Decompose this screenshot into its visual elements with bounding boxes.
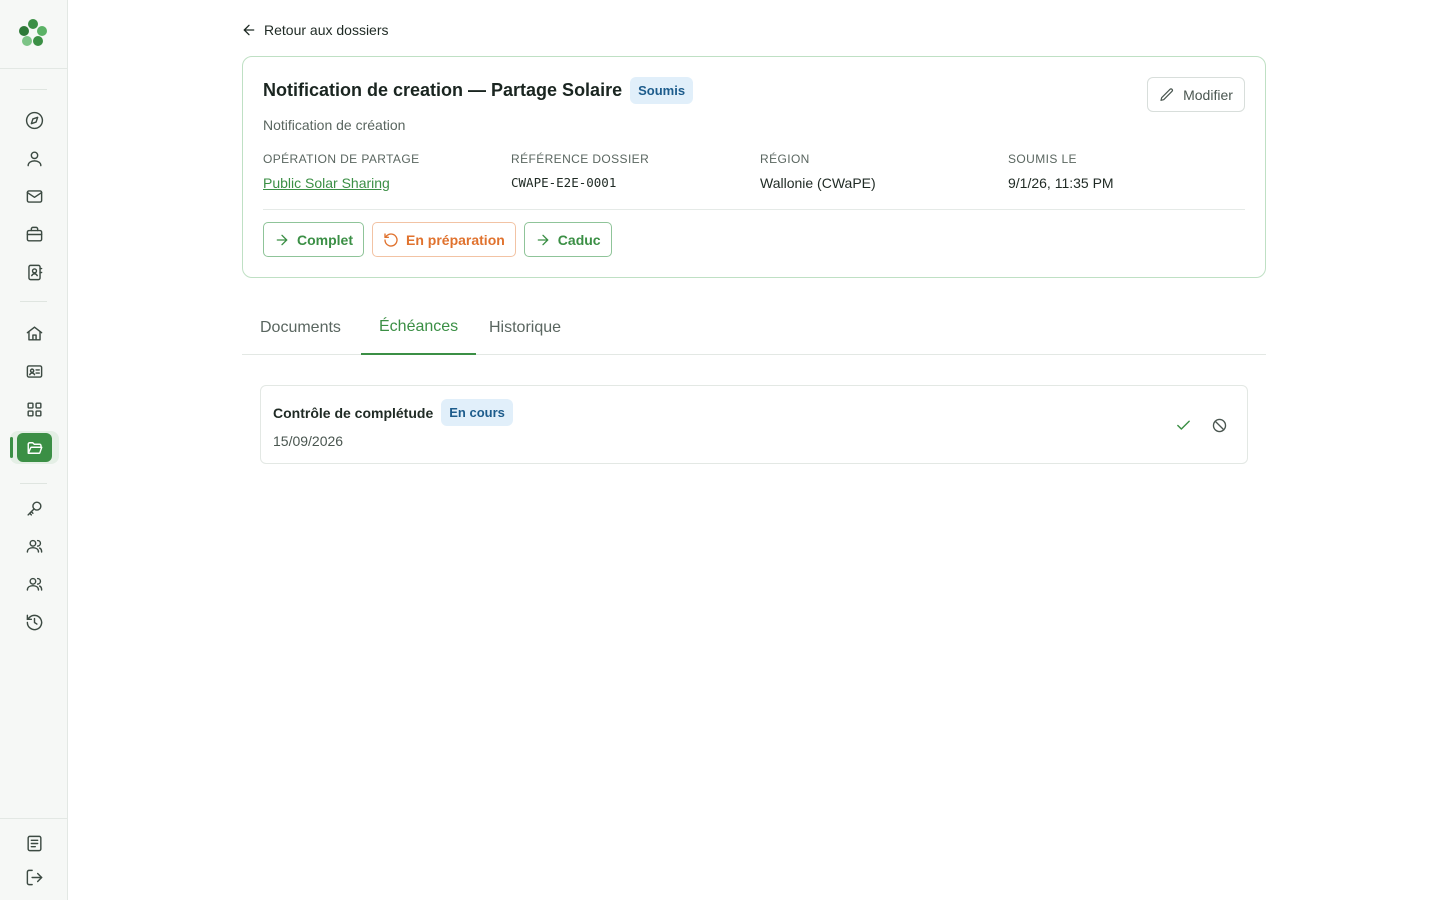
document-icon[interactable] (22, 831, 46, 855)
tab-bar: Documents Échéances Historique (242, 300, 1266, 355)
meta-label: OPÉRATION DE PARTAGE (263, 152, 420, 166)
region-value: Wallonie (CWaPE) (760, 175, 876, 191)
edit-button[interactable]: Modifier (1147, 77, 1245, 112)
meta-submitted-at: SOUMIS LE 9/1/26, 11:35 PM (1008, 152, 1248, 191)
dossier-reference-value: CWAPE-E2E-0001 (511, 175, 617, 190)
sidebar-divider (20, 89, 47, 90)
users-alt-icon[interactable] (22, 572, 46, 596)
tab-historique[interactable]: Historique (471, 300, 579, 355)
transition-complet-button[interactable]: Complet (263, 222, 364, 257)
sidebar-header-divider (0, 68, 68, 69)
arrow-right-icon (537, 234, 549, 245)
transition-en-preparation-button[interactable]: En préparation (372, 222, 516, 257)
key-icon[interactable] (22, 496, 46, 520)
ban-icon (1212, 418, 1226, 432)
sharing-operation-link[interactable]: Public Solar Sharing (263, 175, 503, 191)
submitted-at-value: 9/1/26, 11:35 PM (1008, 175, 1114, 191)
transition-caduc-button[interactable]: Caduc (523, 222, 612, 257)
deadline-title: Contrôle de complétude (273, 404, 434, 421)
sidebar (0, 0, 68, 900)
deadline-item: Contrôle de complétude En cours 15/09/20… (260, 385, 1248, 464)
logout-icon[interactable] (22, 865, 46, 889)
history-icon[interactable] (22, 610, 46, 634)
meta-label: RÉGION (760, 152, 810, 166)
edit-button-label: Modifier (1183, 86, 1233, 103)
meta-label: RÉFÉRENCE DOSSIER (511, 152, 650, 166)
home-icon[interactable] (22, 321, 46, 345)
dossier-type: Notification de création (263, 117, 406, 133)
back-link-label: Retour aux dossiers (264, 22, 389, 38)
mark-done-button[interactable] (1172, 414, 1194, 436)
deadline-title-row: Contrôle de complétude En cours (273, 399, 513, 426)
pencil-icon (1160, 87, 1174, 101)
rotate-ccw-icon (384, 232, 398, 247)
sidebar-divider (20, 301, 47, 302)
title-row: Notification de creation — Partage Solai… (263, 77, 694, 104)
meta-sharing-operation: OPÉRATION DE PARTAGE Public Solar Sharin… (263, 152, 503, 191)
meta-label: SOUMIS LE (1008, 152, 1077, 166)
tab-echeances[interactable]: Échéances (361, 300, 477, 355)
page-title: Notification de creation — Partage Solai… (263, 80, 623, 100)
compass-icon[interactable] (22, 108, 46, 132)
briefcase-icon[interactable] (22, 222, 46, 246)
transition-label: En préparation (406, 231, 505, 248)
folder-open-icon[interactable] (17, 433, 52, 462)
transition-label: Caduc (557, 231, 601, 248)
check-icon (1176, 420, 1190, 430)
active-nav-indicator (10, 437, 13, 458)
sidebar-divider (20, 483, 47, 484)
users-icon[interactable] (22, 534, 46, 558)
clover-logo[interactable] (18, 18, 48, 48)
arrow-right-icon (276, 234, 288, 245)
arrow-left-icon (243, 24, 255, 36)
status-actions: Complet En préparation Caduc (263, 222, 612, 257)
deadline-date: 15/09/2026 (273, 433, 344, 449)
contact-card-icon[interactable] (22, 260, 46, 284)
sidebar-footer-divider (0, 818, 68, 819)
grid-icon[interactable] (22, 397, 46, 421)
cancel-deadline-button[interactable] (1208, 414, 1230, 436)
meta-dossier-reference: RÉFÉRENCE DOSSIER CWAPE-E2E-0001 (511, 152, 751, 190)
deadline-status-badge: En cours (441, 399, 513, 426)
dossier-summary-card: Notification de creation — Partage Solai… (242, 56, 1266, 278)
tab-documents[interactable]: Documents (242, 300, 359, 355)
mail-icon[interactable] (22, 184, 46, 208)
card-divider (263, 209, 1245, 210)
id-card-icon[interactable] (22, 359, 46, 383)
status-badge: Soumis (630, 77, 694, 104)
meta-region: RÉGION Wallonie (CWaPE) (760, 152, 1000, 191)
user-icon[interactable] (22, 146, 46, 170)
back-to-folders-link[interactable]: Retour aux dossiers (241, 20, 389, 40)
transition-label: Complet (297, 231, 353, 248)
